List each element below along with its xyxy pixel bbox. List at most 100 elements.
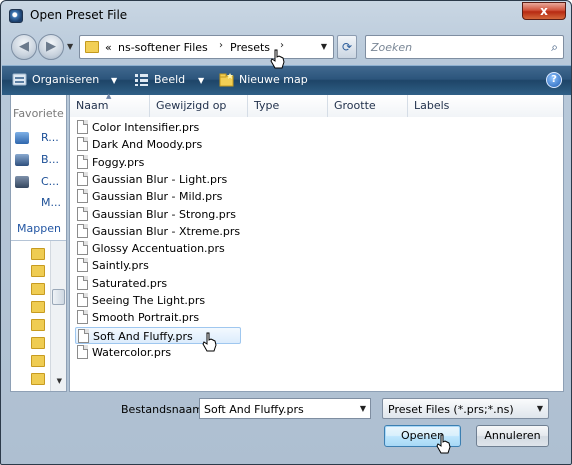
favorites-heading: Favoriete <box>13 107 64 120</box>
refresh-icon[interactable]: ⟳ <box>337 35 357 59</box>
organize-button[interactable]: Organiseren <box>32 73 99 86</box>
file-row[interactable]: Gaussian Blur - Mild.prs <box>75 188 243 205</box>
file-icon <box>77 154 88 169</box>
address-separator[interactable]: › <box>219 40 223 51</box>
file-icon <box>77 120 88 134</box>
app-icon <box>9 9 23 23</box>
file-name[interactable]: Seeing The Light.prs <box>92 294 205 307</box>
address-bar[interactable]: « ns-softener Files › Presets › ▼ <box>79 35 334 59</box>
organize-dropdown-icon[interactable]: ▼ <box>111 76 117 85</box>
folder-icon[interactable] <box>31 301 45 313</box>
column-modified[interactable]: Gewijzigd op <box>150 95 248 117</box>
new-folder-icon <box>219 73 234 87</box>
hand-cursor-icon <box>436 434 451 454</box>
filetype-value: Preset Files (*.prs;*.ns) <box>388 403 514 416</box>
filename-dropdown-icon[interactable]: ▼ <box>360 404 366 413</box>
address-overflow[interactable]: « <box>105 41 112 54</box>
scrollbar-thumb[interactable] <box>52 289 65 305</box>
file-name[interactable]: Dark And Moody.prs <box>92 138 202 151</box>
new-folder-button[interactable]: Nieuwe map <box>239 73 308 86</box>
folders-toggle[interactable]: Mappen <box>17 222 61 235</box>
history-dropdown-icon[interactable]: ▼ <box>67 42 73 51</box>
file-row[interactable]: Smooth Portrait.prs <box>75 309 243 326</box>
filetype-dropdown-icon[interactable]: ▼ <box>537 404 543 413</box>
navigation-scrollbar[interactable]: ▼ <box>50 241 66 391</box>
address-dropdown-icon[interactable]: ▼ <box>321 42 327 51</box>
folder-icon[interactable] <box>31 248 45 260</box>
hand-cursor-icon <box>202 332 217 352</box>
view-button[interactable]: Beeld <box>154 73 185 86</box>
file-icon <box>77 241 88 256</box>
forward-arrow-icon[interactable]: ▶ <box>38 34 64 60</box>
close-button[interactable]: x <box>522 2 566 20</box>
file-name[interactable]: Soft And Fluffy.prs <box>93 330 193 343</box>
file-row[interactable]: Saintly.prs <box>75 257 243 274</box>
file-name[interactable]: Watercolor.prs <box>92 346 171 359</box>
file-row[interactable]: Saturated.prs <box>75 275 243 292</box>
file-icon <box>77 189 88 204</box>
file-row[interactable]: Foggy.prs <box>75 154 243 171</box>
file-row[interactable]: Gaussian Blur - Strong.prs <box>75 206 243 223</box>
folder-icon[interactable] <box>31 265 45 277</box>
file-row[interactable]: Dark And Moody.prs <box>75 136 243 153</box>
search-placeholder: Zoeken <box>371 41 413 54</box>
sort-ascending-icon: ▲ <box>106 92 112 100</box>
file-name[interactable]: Foggy.prs <box>92 156 144 169</box>
desktop-icon <box>15 154 29 166</box>
help-icon[interactable]: ? <box>546 72 562 88</box>
file-icon <box>77 293 88 307</box>
folder-icon[interactable] <box>31 355 45 367</box>
search-icon[interactable]: ⌕ <box>551 40 558 55</box>
column-name[interactable]: Naam ▲ <box>70 92 150 117</box>
command-toolbar: Organiseren ▼ Beeld ▼ Nieuwe map ? <box>2 65 571 95</box>
cancel-button[interactable]: Annuleren <box>476 425 549 447</box>
file-name[interactable]: Smooth Portrait.prs <box>92 311 199 324</box>
file-icon <box>77 223 88 238</box>
view-dropdown-icon[interactable]: ▼ <box>198 76 204 85</box>
view-icon <box>135 74 148 86</box>
file-icon <box>77 171 88 186</box>
file-row[interactable]: Gaussian Blur - Light.prs <box>75 171 243 188</box>
file-name[interactable]: Saintly.prs <box>92 259 149 272</box>
filename-value[interactable]: Soft And Fluffy.prs <box>204 403 304 416</box>
scroll-down-icon[interactable]: ▼ <box>57 377 62 385</box>
filename-label: Bestandsnaam: <box>121 403 207 416</box>
file-name[interactable]: Glossy Accentuation.prs <box>92 242 225 255</box>
file-row[interactable]: Glossy Accentuation.prs <box>75 240 243 257</box>
file-icon <box>77 344 88 359</box>
window-title: Open Preset File <box>30 8 128 22</box>
title-bar[interactable]: Open Preset File x <box>1 1 571 31</box>
column-type[interactable]: Type <box>248 95 328 117</box>
file-name[interactable]: Color Intensifier.prs <box>92 121 199 134</box>
file-name[interactable]: Gaussian Blur - Mild.prs <box>92 190 222 203</box>
folder-icon[interactable] <box>31 319 45 331</box>
address-segment-presets[interactable]: Presets <box>230 41 270 54</box>
file-name[interactable]: Saturated.prs <box>92 277 167 290</box>
folder-icon[interactable] <box>31 283 45 295</box>
filetype-select[interactable]: Preset Files (*.prs;*.ns) ▼ <box>382 398 549 419</box>
file-list: Naam ▲ Gewijzigd op Type Grootte Labels … <box>69 92 564 392</box>
column-labels[interactable]: Labels <box>408 95 563 117</box>
file-row[interactable]: Color Intensifier.prs <box>75 119 243 136</box>
file-row[interactable]: Gaussian Blur - Xtreme.prs <box>75 223 243 240</box>
back-arrow-icon[interactable]: ◀ <box>11 34 37 60</box>
computer-icon <box>15 176 29 188</box>
search-input[interactable]: Zoeken ⌕ <box>365 35 564 59</box>
file-row[interactable]: Seeing The Light.prs <box>75 292 243 309</box>
folder-icon[interactable] <box>31 373 45 385</box>
file-icon <box>77 258 88 273</box>
file-icon <box>77 206 88 221</box>
folder-icon[interactable] <box>31 337 45 349</box>
navigation-pane: Favoriete R... B... C... M... Mappen ▼ <box>10 95 67 392</box>
hand-cursor-icon <box>270 49 285 69</box>
file-name[interactable]: Gaussian Blur - Light.prs <box>92 173 227 186</box>
filename-input[interactable]: Soft And Fluffy.prs ▼ <box>199 398 371 419</box>
column-size[interactable]: Grootte <box>328 95 408 117</box>
address-segment-ns-softener-files[interactable]: ns-softener Files <box>118 41 208 54</box>
file-name[interactable]: Gaussian Blur - Xtreme.prs <box>92 225 240 238</box>
file-name[interactable]: Gaussian Blur - Strong.prs <box>92 208 236 221</box>
file-icon <box>77 137 88 152</box>
organize-icon <box>12 73 27 86</box>
file-icon <box>78 328 89 343</box>
file-icon <box>77 275 88 290</box>
